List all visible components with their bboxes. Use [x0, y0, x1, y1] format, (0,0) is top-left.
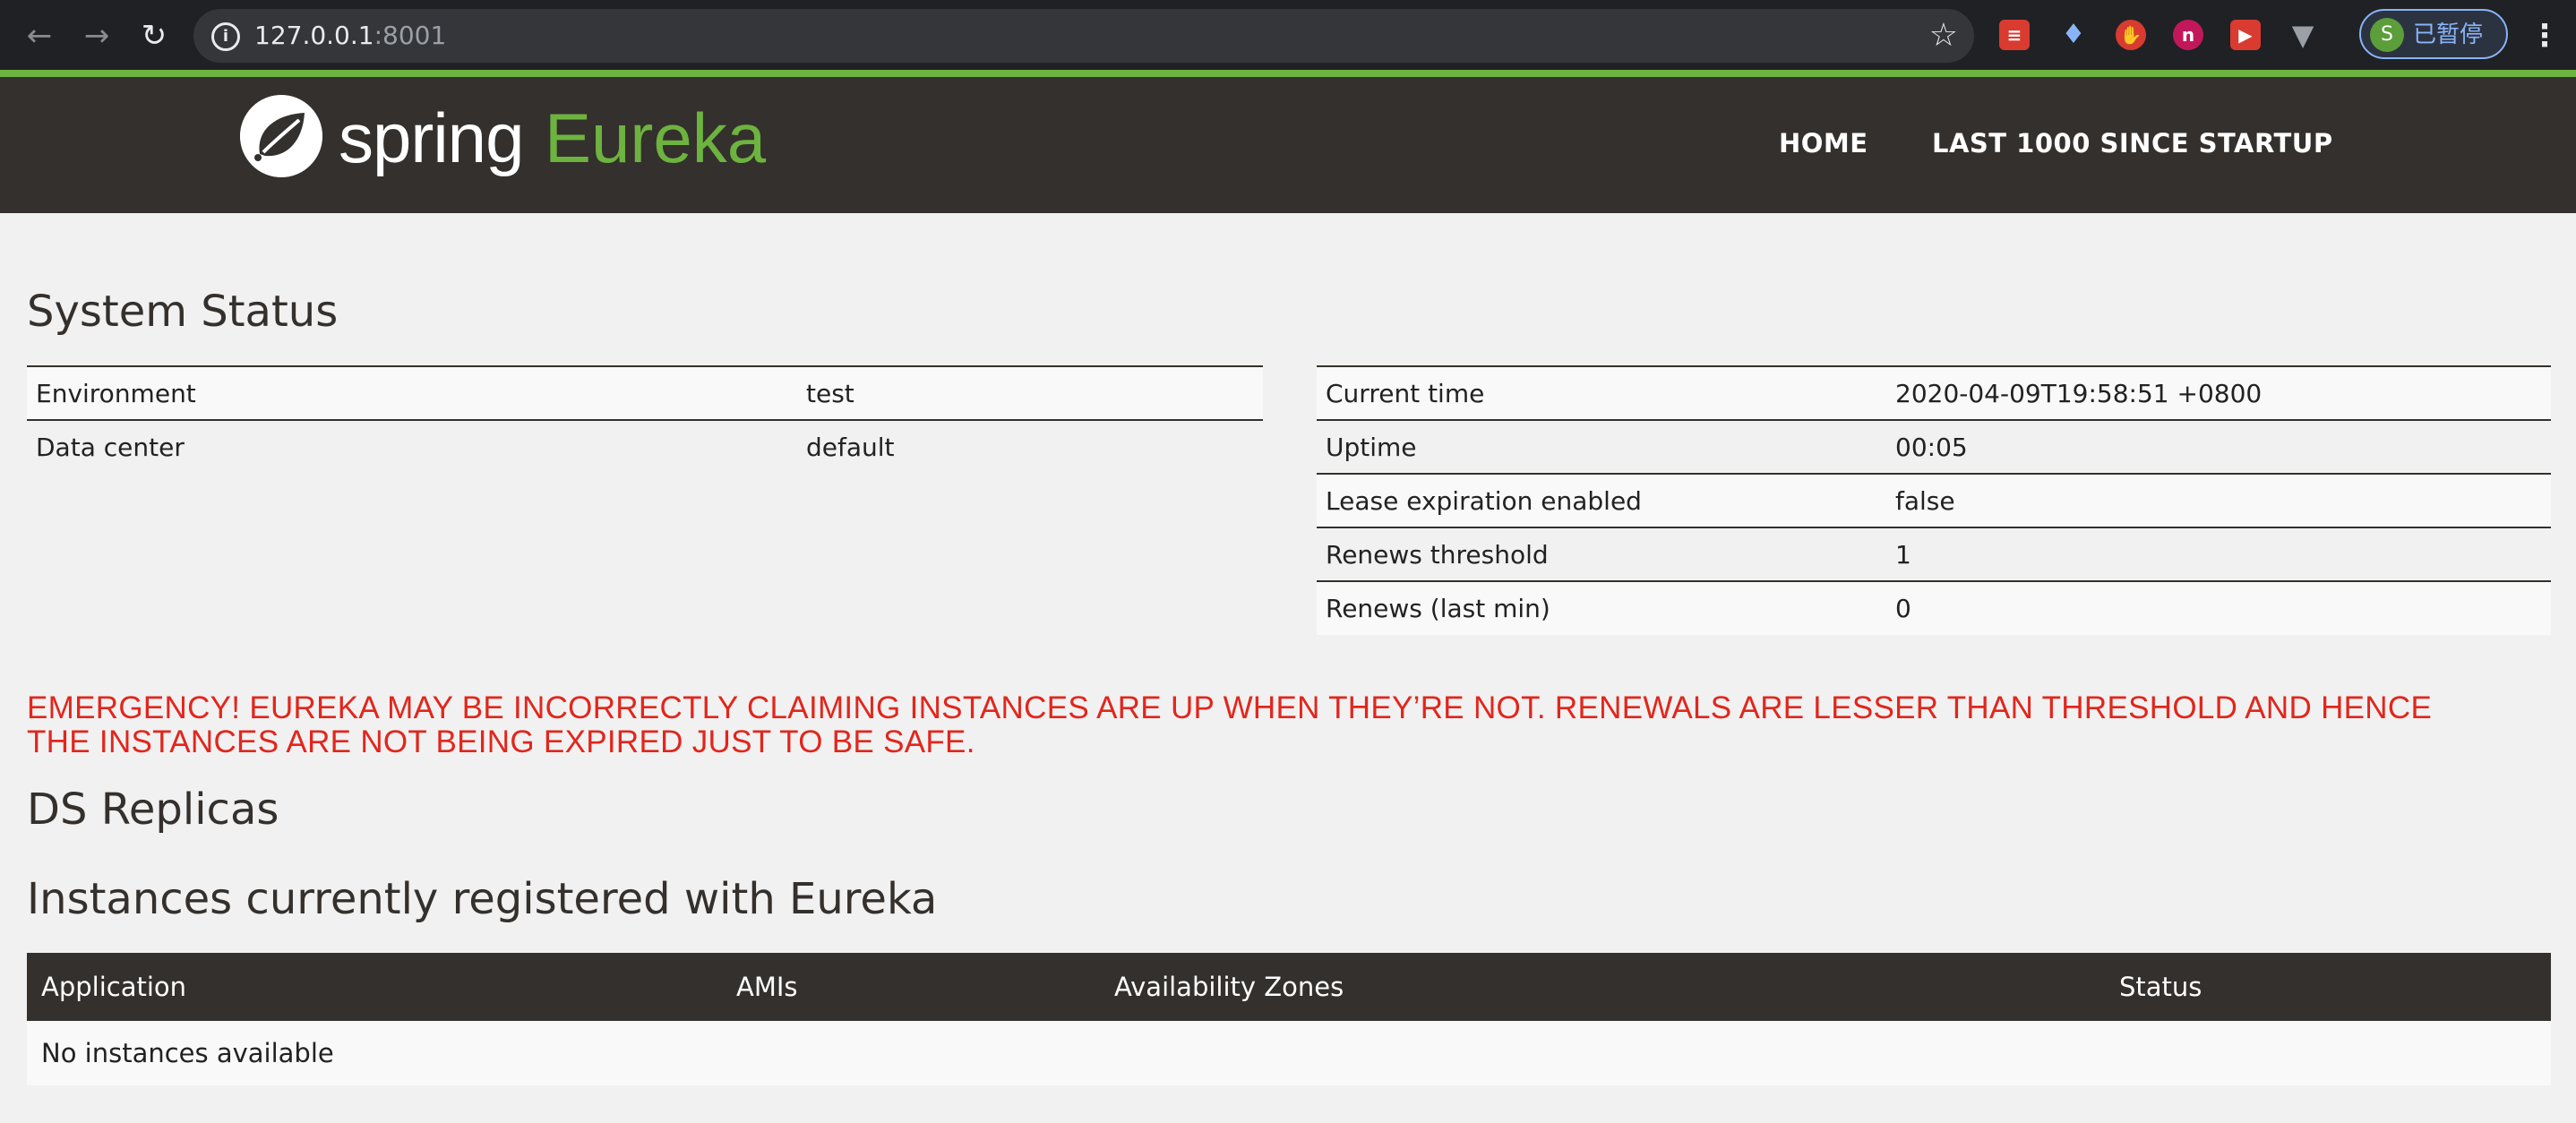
instances-heading: Instances currently registered with Eure…	[27, 874, 938, 924]
instances-table-header: Application AMIs Availability Zones Stat…	[27, 953, 2551, 1021]
status-value: test	[797, 365, 1263, 420]
n-extension-icon[interactable]: n	[2173, 20, 2203, 50]
table-row: Environment test	[27, 365, 1263, 420]
spring-leaf-icon[interactable]	[240, 95, 322, 177]
address-bar[interactable]: i 127.0.0.1:8001 ☆	[193, 9, 1974, 63]
table-row: Lease expiration enabled false	[1317, 473, 2551, 527]
diamond-extension-icon[interactable]: ♦	[2058, 20, 2089, 50]
status-label: Uptime	[1317, 419, 1886, 474]
reload-icon[interactable]: ↻	[136, 18, 172, 54]
emergency-line-2: THE INSTANCES ARE NOT BEING EXPIRED JUST…	[27, 724, 975, 759]
url-text[interactable]: 127.0.0.1:8001	[254, 21, 446, 50]
logo-spring-text[interactable]: spring	[339, 93, 524, 183]
status-value: false	[1886, 473, 2551, 527]
emergency-line-1: EMERGENCY! EUREKA MAY BE INCORRECTLY CLA…	[27, 690, 2433, 725]
column-header-amis: AMIs	[736, 972, 798, 1002]
table-row: Renews threshold 1	[1317, 527, 2551, 581]
nav-home-link[interactable]: HOME	[1779, 127, 1868, 159]
status-value: 1	[1886, 527, 2551, 581]
status-label: Lease expiration enabled	[1317, 473, 1886, 527]
status-value: 2020-04-09T19:58:51 +0800	[1886, 365, 2551, 420]
site-info-icon[interactable]: i	[211, 22, 240, 51]
emergency-warning: EMERGENCY! EUREKA MAY BE INCORRECTLY CLA…	[27, 691, 2535, 759]
status-value: default	[797, 419, 1263, 474]
column-header-availability-zones: Availability Zones	[1114, 972, 1344, 1002]
table-row: Uptime 00:05	[1317, 419, 2551, 474]
table-row: No instances available	[27, 1021, 2551, 1085]
header-accent-line	[0, 70, 2576, 77]
status-label: Environment	[27, 365, 797, 420]
url-port: :8001	[374, 21, 447, 50]
status-value: 00:05	[1886, 419, 2551, 474]
column-header-status: Status	[2119, 972, 2202, 1002]
nav-last-1000-link[interactable]: LAST 1000 SINCE STARTUP	[1932, 127, 2333, 159]
system-status-heading: System Status	[27, 287, 339, 337]
play-extension-icon[interactable]: ▶	[2230, 20, 2261, 50]
v-extension-icon[interactable]: ▼	[2288, 20, 2318, 50]
system-status-right-table: Current time 2020-04-09T19:58:51 +0800 U…	[1317, 365, 2551, 635]
profile-status-label: 已暂停	[2413, 21, 2484, 48]
notes-extension-icon[interactable]: ≡	[1999, 20, 2030, 50]
no-instances-message: No instances available	[41, 1038, 334, 1068]
table-row: Data center default	[27, 419, 1263, 474]
forward-arrow-icon[interactable]: →	[79, 18, 115, 54]
back-arrow-icon[interactable]: ←	[21, 18, 57, 54]
status-label: Data center	[27, 419, 797, 474]
url-host: 127.0.0.1	[254, 21, 374, 50]
status-label: Renews threshold	[1317, 527, 1886, 581]
top-navbar: spring Eureka HOME LAST 1000 SINCE START…	[0, 77, 2576, 213]
ds-replicas-heading: DS Replicas	[27, 784, 279, 835]
status-label: Current time	[1317, 365, 1886, 420]
status-label: Renews (last min)	[1317, 580, 1886, 635]
table-row: Renews (last min) 0	[1317, 580, 2551, 635]
column-header-application: Application	[41, 972, 187, 1002]
bookmark-star-icon[interactable]: ☆	[1929, 18, 1958, 54]
more-menu-icon[interactable]: ⋮	[2529, 14, 2560, 57]
browser-toolbar: ← → ↻ i 127.0.0.1:8001 ☆ ≡ ♦ ✋ n ▶ ▼ S 已…	[0, 0, 2576, 72]
status-value: 0	[1886, 580, 2551, 635]
logo-eureka-text[interactable]: Eureka	[545, 93, 766, 183]
table-row: Current time 2020-04-09T19:58:51 +0800	[1317, 365, 2551, 420]
avatar: S	[2370, 18, 2404, 52]
adblock-hand-icon[interactable]: ✋	[2116, 20, 2146, 50]
system-status-left-table: Environment test Data center default	[27, 365, 1263, 474]
profile-button[interactable]: S 已暂停	[2359, 9, 2508, 59]
